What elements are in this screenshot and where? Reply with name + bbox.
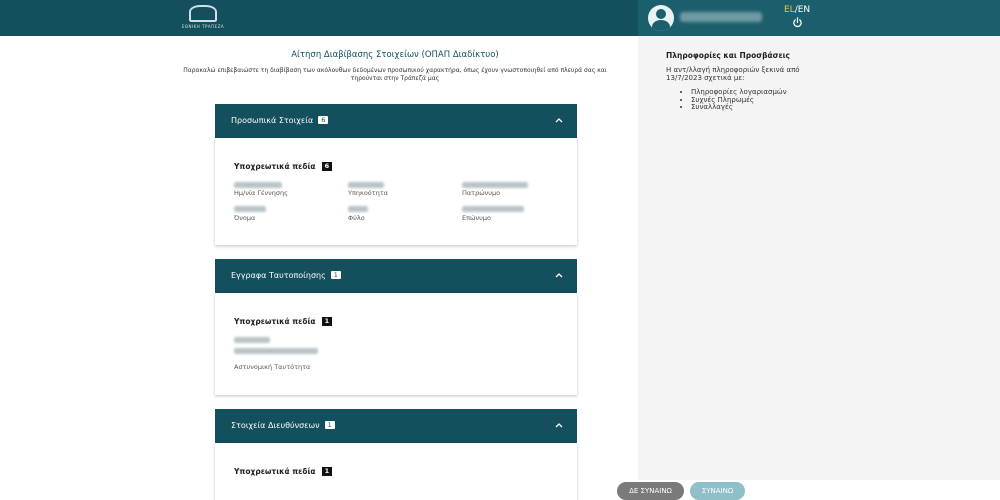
redacted-value: [462, 206, 524, 212]
bank-emblem-icon: [189, 5, 217, 22]
redacted-value: [234, 206, 266, 212]
card-title-text: Προσωπικά Στοιχεία: [231, 116, 314, 125]
card-body-identification-docs: Υποχρεωτικά πεδία 1 Αστυνομική Ταυτότητα: [215, 293, 577, 395]
redacted-value: [234, 337, 270, 343]
field-label: Επώνυμο: [462, 214, 491, 222]
info-text: Η αντ/λλαγή πληροφοριών ξεκινά από 13/7/…: [666, 66, 800, 82]
required-count-badge: 1: [321, 467, 333, 476]
card-body-personal-info: Υποχρεωτικά πεδία 6 Ημ/νία Γέννησης Υπηκο…: [215, 138, 577, 245]
info-list-item: Συναλλαγές: [691, 103, 787, 112]
logo-text: ΕΘΝΙΚΗ ΤΡΑΠΕΖΑ: [181, 24, 225, 29]
required-fields-label: Υποχρεωτικά πεδία 1: [234, 467, 333, 476]
card-title: Στοιχεία Διευθύνσεων 1: [231, 421, 335, 430]
required-fields-label: Υποχρεωτικά πεδία 1: [234, 317, 333, 326]
required-count-badge: 6: [321, 162, 333, 171]
required-count-badge: 1: [321, 317, 333, 326]
lang-el[interactable]: EL: [784, 5, 795, 15]
card-count-badge: 6: [318, 116, 329, 124]
redacted-value: [348, 182, 384, 188]
field-label: Αστυνομική Ταυτότητα: [234, 363, 311, 371]
card-header-addresses[interactable]: Στοιχεία Διευθύνσεων 1: [215, 409, 577, 443]
card-title: Προσωπικά Στοιχεία 6: [231, 116, 329, 125]
chevron-up-icon[interactable]: [554, 270, 564, 280]
accept-button[interactable]: ΣΥΝΑΙΝΩ: [690, 482, 745, 500]
redacted-value: [234, 348, 318, 354]
lang-en[interactable]: EN: [798, 5, 810, 15]
field-label: Όνομα: [234, 214, 256, 222]
page-title: Αίτηση Διαβίβασης Στοιχείων (ΟΠΑΠ Διαδίκ…: [291, 50, 499, 60]
card-title: Εγγραφα Ταυτοποίησης 1: [231, 271, 341, 280]
card-title-text: Εγγραφα Ταυτοποίησης: [231, 271, 326, 280]
card-count-badge: 1: [324, 421, 335, 429]
redacted-value: [462, 182, 528, 188]
power-icon[interactable]: [792, 17, 803, 28]
redacted-value: [234, 182, 282, 188]
info-list: Πληροφορίες λογαριασμών Συχνές Πληρωμές …: [681, 88, 787, 112]
redacted-value: [348, 206, 368, 212]
card-header-personal-info[interactable]: Προσωπικά Στοιχεία 6: [215, 104, 577, 138]
user-avatar-icon[interactable]: [648, 5, 674, 31]
language-switcher[interactable]: EL/EN: [784, 5, 810, 15]
field-label: Ημ/νία Γέννησης: [234, 189, 288, 197]
decline-button[interactable]: ΔΕ ΣΥΝΑΙΝΩ: [617, 482, 684, 500]
bank-logo[interactable]: ΕΘΝΙΚΗ ΤΡΑΠΕΖΑ: [177, 3, 229, 33]
card-body-addresses: Υποχρεωτικά πεδία 1: [215, 443, 577, 500]
card-header-identification-docs[interactable]: Εγγραφα Ταυτοποίησης 1: [215, 259, 577, 293]
chevron-up-icon[interactable]: [554, 115, 564, 125]
page-subtitle: Παρακαλώ επιβεβαιώστε τη διαβίβαση των α…: [183, 67, 607, 82]
required-fields-label: Υποχρεωτικά πεδία 6: [234, 162, 333, 171]
user-name-redacted: [680, 12, 762, 22]
field-label: Υπηκοότητα: [348, 189, 389, 197]
card-count-badge: 1: [330, 271, 341, 279]
field-label: Πατρώνυμο: [462, 189, 501, 197]
field-label: Φύλο: [348, 214, 365, 222]
info-title: Πληροφορίες και Προσβάσεις: [666, 51, 790, 60]
card-title-text: Στοιχεία Διευθύνσεων: [231, 421, 320, 430]
chevron-up-icon[interactable]: [554, 420, 564, 430]
